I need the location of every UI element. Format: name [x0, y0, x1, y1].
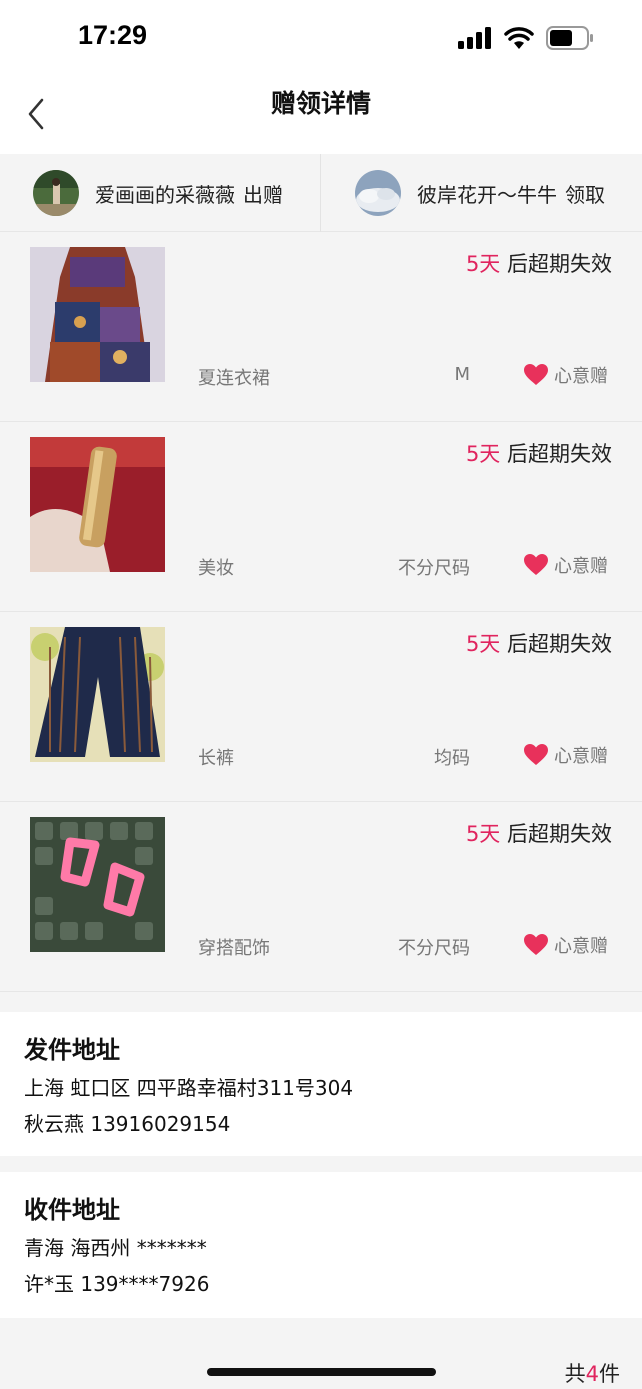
expiry-label: 5天 后超期失效: [466, 438, 612, 468]
receiver-avatar: [355, 170, 401, 216]
users-row: 爱画画的采薇薇 出赠 彼岸花开～牛牛 领取: [0, 154, 642, 232]
expiry-suffix: 后超期失效: [500, 822, 612, 846]
gift-type: 心意赠: [524, 932, 608, 958]
gift-type: 心意赠: [524, 742, 608, 768]
expiry-days: 5天: [465, 632, 501, 656]
receive-address-contact: 许*玉 139****7926: [24, 1272, 210, 1296]
expiry-days: 5天: [465, 252, 501, 276]
item-size: 不分尺码: [398, 938, 470, 959]
item-category: 美妆: [198, 558, 234, 579]
total-number: 4: [585, 1362, 599, 1386]
receive-address-title: 收件地址: [24, 1196, 120, 1224]
list-item[interactable]: 5天 后超期失效 穿搭配饰 不分尺码 心意赠: [0, 802, 642, 992]
item-size: 不分尺码: [398, 558, 470, 579]
status-time: 17:29: [78, 20, 148, 50]
total-count: 共4件: [565, 1358, 620, 1388]
giver-cell[interactable]: 爱画画的采薇薇 出赠: [33, 154, 283, 232]
gift-label: 心意赠: [554, 366, 608, 387]
receive-address-line: 青海 海西州 *******: [24, 1236, 207, 1260]
list-item[interactable]: 5天 后超期失效 长裤 均码 心意赠: [0, 612, 642, 802]
status-icons: [458, 26, 594, 50]
item-thumbnail-accessory: [30, 817, 165, 952]
gift-label: 心意赠: [554, 746, 608, 767]
expiry-days: 5天: [465, 822, 501, 846]
receiver-action: 领取: [565, 182, 605, 207]
expiry-label: 5天 后超期失效: [466, 248, 612, 278]
gift-type: 心意赠: [524, 362, 608, 388]
battery-icon: [546, 26, 593, 50]
receive-address-section: 收件地址 青海 海西州 ******* 许*玉 139****7926: [0, 1172, 642, 1318]
gift-type: 心意赠: [524, 552, 608, 578]
item-category: 长裤: [198, 748, 234, 769]
expiry-suffix: 后超期失效: [500, 632, 612, 656]
item-size: M: [454, 364, 470, 385]
heart-icon: [524, 744, 548, 765]
gift-label: 心意赠: [554, 556, 608, 577]
send-address-contact: 秋云燕 13916029154: [24, 1112, 231, 1136]
item-list: 5天 后超期失效 夏连衣裙 M 心意赠 5天 后超期失效 美妆 不分尺码 心意赠: [0, 232, 642, 992]
list-item[interactable]: 5天 后超期失效 美妆 不分尺码 心意赠: [0, 422, 642, 612]
expiry-days: 5天: [465, 442, 501, 466]
item-category: 穿搭配饰: [198, 938, 270, 959]
users-divider: [320, 154, 321, 232]
heart-icon: [524, 934, 548, 955]
item-thumbnail-pants: [30, 627, 165, 762]
giver-action: 出赠: [243, 182, 283, 207]
list-item[interactable]: 5天 后超期失效 夏连衣裙 M 心意赠: [0, 232, 642, 422]
expiry-label: 5天 后超期失效: [466, 818, 612, 848]
item-category: 夏连衣裙: [198, 368, 270, 389]
heart-icon: [524, 554, 548, 575]
expiry-label: 5天 后超期失效: [466, 628, 612, 658]
item-thumbnail-makeup: [30, 437, 165, 572]
send-address-title: 发件地址: [24, 1036, 120, 1064]
status-bar: 17:29: [0, 0, 642, 76]
send-address-line: 上海 虹口区 四平路幸福村311号304: [24, 1076, 354, 1100]
gift-label: 心意赠: [554, 936, 608, 957]
signal-icon: [458, 27, 491, 49]
page-title: 赠领详情: [270, 89, 371, 118]
receiver-name: 彼岸花开～牛牛: [417, 182, 557, 207]
heart-icon: [524, 364, 548, 385]
item-thumbnail-dress: [30, 247, 165, 382]
expiry-suffix: 后超期失效: [500, 442, 612, 466]
giver-name: 爱画画的采薇薇: [95, 182, 235, 207]
total-prefix: 共: [564, 1362, 586, 1386]
giver-avatar: [33, 170, 79, 216]
send-address-section: 发件地址 上海 虹口区 四平路幸福村311号304 秋云燕 1391602915…: [0, 1012, 642, 1156]
receiver-cell[interactable]: 彼岸花开～牛牛 领取: [355, 154, 605, 232]
expiry-suffix: 后超期失效: [500, 252, 612, 276]
item-size: 均码: [434, 748, 470, 769]
total-suffix: 件: [599, 1362, 620, 1386]
nav-bar: 赠领详情: [0, 76, 642, 154]
wifi-icon: [504, 27, 534, 49]
home-indicator[interactable]: [207, 1368, 436, 1376]
